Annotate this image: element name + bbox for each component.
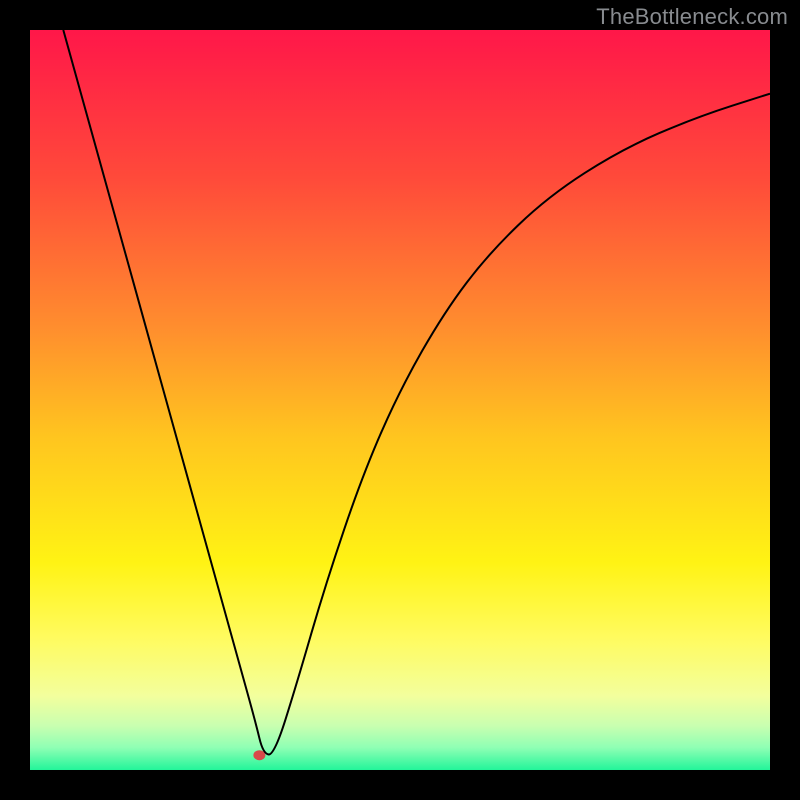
gradient-background xyxy=(30,30,770,770)
plot-area xyxy=(30,30,770,770)
chart-svg xyxy=(30,30,770,770)
watermark-text: TheBottleneck.com xyxy=(596,4,788,30)
chart-frame: TheBottleneck.com xyxy=(0,0,800,800)
